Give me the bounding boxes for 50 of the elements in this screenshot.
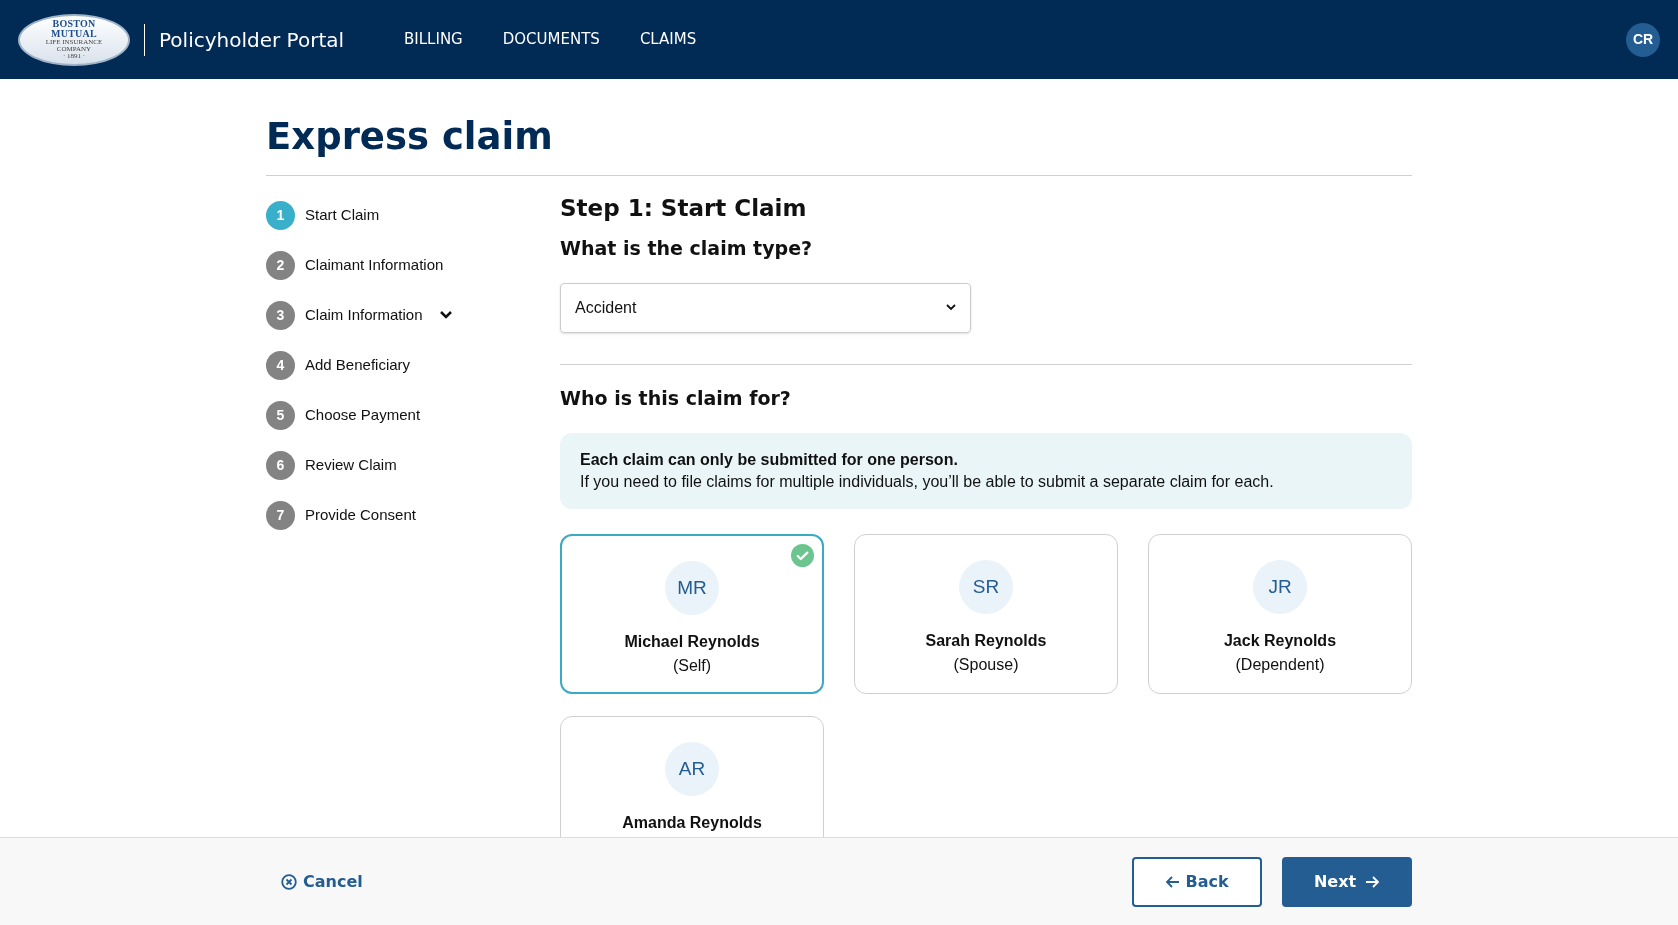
next-button[interactable]: Next — [1282, 856, 1412, 907]
step-number: 3 — [266, 300, 295, 330]
page-title: Express claim — [266, 79, 1412, 176]
step-number: 2 — [266, 250, 295, 280]
step-number: 6 — [266, 450, 295, 480]
chevron-down-icon — [946, 304, 956, 311]
chevron-down-icon[interactable] — [438, 310, 453, 320]
avatar: JR — [1253, 560, 1307, 614]
close-icon — [281, 873, 297, 890]
person-relation: (Dependent) — [1235, 655, 1325, 675]
claim-type-select[interactable]: Accident — [560, 282, 971, 333]
person-card[interactable]: MR Michael Reynolds (Self) — [560, 534, 824, 694]
arrow-right-icon — [1364, 873, 1381, 890]
step-number: 1 — [266, 200, 295, 230]
person-relation: (Self) — [672, 656, 712, 676]
question-label: What is the claim type? — [560, 236, 814, 261]
person-card[interactable]: AR Amanda Reynolds — [560, 716, 824, 837]
portal-title: Policyholder Portal — [159, 26, 345, 54]
nav-link[interactable]: CLAIMS — [639, 28, 697, 51]
person-name: Amanda Reynolds — [622, 813, 762, 833]
person-name: Michael Reynolds — [624, 632, 760, 652]
step-item[interactable]: 3 Claim Information — [266, 300, 560, 330]
nav-link[interactable]: DOCUMENTS — [502, 28, 600, 51]
nav-link[interactable]: BILLING — [404, 28, 463, 51]
question-label: Who is this claim for? — [560, 385, 792, 411]
user-avatar[interactable]: CR — [1626, 22, 1660, 57]
back-button[interactable]: Back — [1132, 856, 1262, 907]
step-title: Step 1: Start Claim — [560, 193, 808, 223]
step-item[interactable]: 4 Add Beneficiary — [266, 350, 560, 380]
step-number: 4 — [266, 350, 295, 380]
person-card[interactable]: JR Jack Reynolds (Dependent) — [1148, 534, 1412, 694]
person-card[interactable]: SR Sarah Reynolds (Spouse) — [854, 534, 1118, 694]
step-item[interactable]: 5 Choose Payment — [266, 400, 560, 430]
avatar: SR — [959, 560, 1013, 614]
person-name: Sarah Reynolds — [925, 631, 1047, 651]
avatar: AR — [665, 742, 719, 796]
person-name: Jack Reynolds — [1223, 631, 1337, 651]
check-icon — [791, 544, 814, 567]
cancel-button[interactable]: Cancel — [281, 869, 363, 894]
person-relation: (Spouse) — [953, 655, 1019, 675]
step-item[interactable]: 6 Review Claim — [266, 450, 560, 480]
arrow-left-icon — [1165, 873, 1182, 890]
avatar: MR — [665, 561, 719, 615]
notice-title: Each claim can only be submitted for one person. — [580, 450, 959, 470]
step-item[interactable]: 7 Provide Consent — [266, 500, 560, 530]
step-number: 7 — [266, 500, 295, 530]
step-number: 5 — [266, 400, 295, 430]
step-item[interactable]: 1 Start Claim — [266, 200, 560, 230]
step-item[interactable]: 2 Claimant Information — [266, 250, 560, 280]
notice-text: If you need to file claims for multiple individuals, you’ll be able to submit a separate claim for each. — [580, 472, 1275, 492]
